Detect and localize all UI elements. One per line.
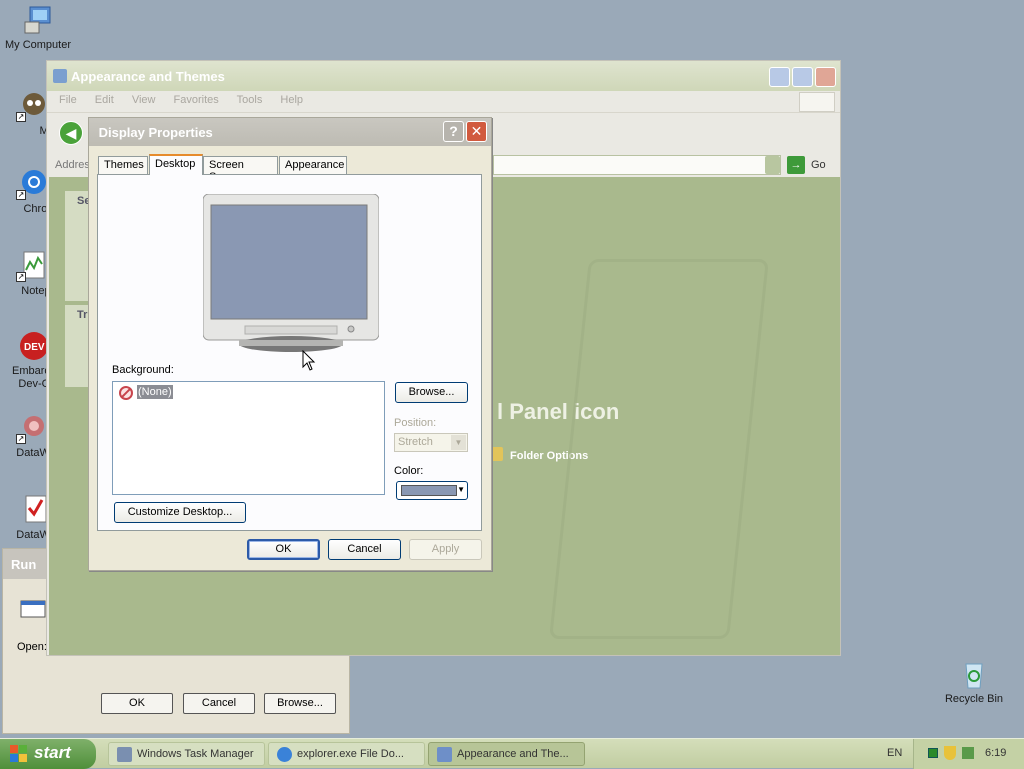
display-properties-titlebar: Display Properties ? ✕ <box>89 118 491 146</box>
shortcut-arrow-icon: ↗ <box>16 190 26 200</box>
shortcut-arrow-icon: ↗ <box>16 112 26 122</box>
ok-button[interactable]: OK <box>247 539 320 560</box>
position-value: Stretch <box>398 436 433 448</box>
color-swatch <box>401 485 457 496</box>
shortcut-arrow-icon: ↗ <box>16 272 26 282</box>
help-button[interactable]: ? <box>443 121 464 142</box>
back-button[interactable]: ◀ <box>59 121 83 145</box>
tab-themes[interactable]: Themes <box>98 156 148 175</box>
my-computer-icon <box>22 4 54 36</box>
chrome-icon: ↗ <box>16 168 48 200</box>
menu-favorites[interactable]: Favorites <box>174 94 219 106</box>
color-picker-button[interactable]: ▼ <box>396 481 468 500</box>
shortcut-arrow-icon: ↗ <box>16 434 26 444</box>
security-shield-icon[interactable] <box>944 746 956 760</box>
list-item[interactable]: (None) <box>119 385 173 401</box>
recycle-bin-icon <box>958 658 990 690</box>
taskbar-item-chrome[interactable]: explorer.exe File Do... <box>268 742 425 766</box>
appearance-window-titlebar: Appearance and Themes <box>47 61 840 91</box>
background-listbox[interactable]: (None) <box>112 381 385 495</box>
task-pane-header-2: Tr <box>77 309 88 321</box>
desktop-icon-my-computer[interactable]: My Computer <box>0 4 76 52</box>
customize-desktop-button[interactable]: Customize Desktop... <box>114 502 246 523</box>
run-open-label: Open: <box>17 641 47 653</box>
position-label: Position: <box>394 417 437 429</box>
dev-cpp-icon: DEV <box>16 330 48 362</box>
go-arrow-icon[interactable]: → <box>787 156 805 174</box>
display-properties-dialog: Display Properties ? ✕ Themes Desktop Sc… <box>88 117 492 571</box>
maximize-button[interactable] <box>792 67 813 87</box>
watermark-checkmark-icon <box>549 259 769 639</box>
cancel-button[interactable]: Cancel <box>328 539 401 560</box>
address-input[interactable] <box>493 155 781 175</box>
browse-button[interactable]: Browse... <box>395 382 468 403</box>
start-label: start <box>34 743 71 762</box>
svg-text:DEV: DEV <box>24 342 45 353</box>
chevron-down-icon: ▼ <box>457 485 465 494</box>
taskbar-item-task-manager[interactable]: Windows Task Manager <box>108 742 265 766</box>
run-cancel-button[interactable]: Cancel <box>183 693 255 714</box>
apply-button[interactable]: Apply <box>409 539 482 560</box>
datawag-icon: ↗ <box>16 412 48 444</box>
control-panel-icon <box>437 747 452 762</box>
control-panel-icon <box>53 69 67 83</box>
display-properties-title: Display Properties <box>98 125 213 140</box>
chrome-icon <box>277 747 292 762</box>
mouse-cursor-icon <box>302 349 316 372</box>
close-button[interactable]: ✕ <box>466 121 487 142</box>
windows-flag-icon <box>10 745 28 763</box>
menu-file[interactable]: File <box>59 94 77 106</box>
mypal-icon: ↗ <box>16 90 48 122</box>
address-dropdown-button[interactable] <box>765 156 780 174</box>
task-manager-icon <box>117 747 132 762</box>
tab-desktop[interactable]: Desktop <box>149 154 203 175</box>
run-browse-button[interactable]: Browse... <box>264 693 336 714</box>
taskbar-item-label: Appearance and The... <box>457 748 569 760</box>
taskbar-item-appearance[interactable]: Appearance and The... <box>428 742 585 766</box>
tab-screen-saver[interactable]: Screen Saver <box>203 156 278 183</box>
datawag-doc-icon <box>16 494 48 526</box>
menu-view[interactable]: View <box>132 94 156 106</box>
system-tray: 6:19 <box>913 739 1024 769</box>
address-label: Addres <box>55 159 90 171</box>
close-button[interactable] <box>815 67 836 87</box>
run-ok-button[interactable]: OK <box>101 693 173 714</box>
menu-edit[interactable]: Edit <box>95 94 114 106</box>
clock[interactable]: 6:19 <box>985 747 1006 759</box>
minimize-button[interactable] <box>769 67 790 87</box>
desktop-tab-panel: Background: (None) Browse... Position: S… <box>97 174 482 531</box>
background-item-none: (None) <box>137 385 173 399</box>
monitor-preview <box>202 193 380 352</box>
color-label: Color: <box>394 465 424 477</box>
network-icon[interactable] <box>928 748 938 758</box>
run-icon <box>19 599 47 621</box>
safely-remove-icon[interactable] <box>962 747 974 759</box>
taskbar: start Windows Task Manager explorer.exe … <box>0 738 1024 769</box>
windows-flag-icon <box>799 92 835 112</box>
taskbar-item-label: Windows Task Manager <box>137 748 254 760</box>
notepad-icon: ↗ <box>16 250 48 282</box>
start-button[interactable]: start <box>0 739 96 769</box>
back-arrow-icon: ◀ <box>65 125 77 141</box>
menu-tools[interactable]: Tools <box>237 94 263 106</box>
none-icon <box>119 386 133 400</box>
position-select[interactable]: Stretch ▼ <box>394 433 468 452</box>
appearance-menubar: File Edit View Favorites Tools Help <box>47 91 840 112</box>
language-indicator[interactable]: EN <box>887 747 902 759</box>
desktop-icon-recycle-bin[interactable]: Recycle Bin <box>936 658 1012 706</box>
close-icon: ✕ <box>470 123 483 139</box>
appearance-window-title: Appearance and Themes <box>71 69 225 84</box>
go-button[interactable]: Go <box>811 159 826 171</box>
background-label: Background: <box>112 364 174 376</box>
menu-help[interactable]: Help <box>280 94 303 106</box>
chevron-down-icon: ▼ <box>451 435 466 450</box>
tab-appearance[interactable]: Appearance <box>279 156 347 175</box>
taskbar-item-label: explorer.exe File Do... <box>297 748 404 760</box>
